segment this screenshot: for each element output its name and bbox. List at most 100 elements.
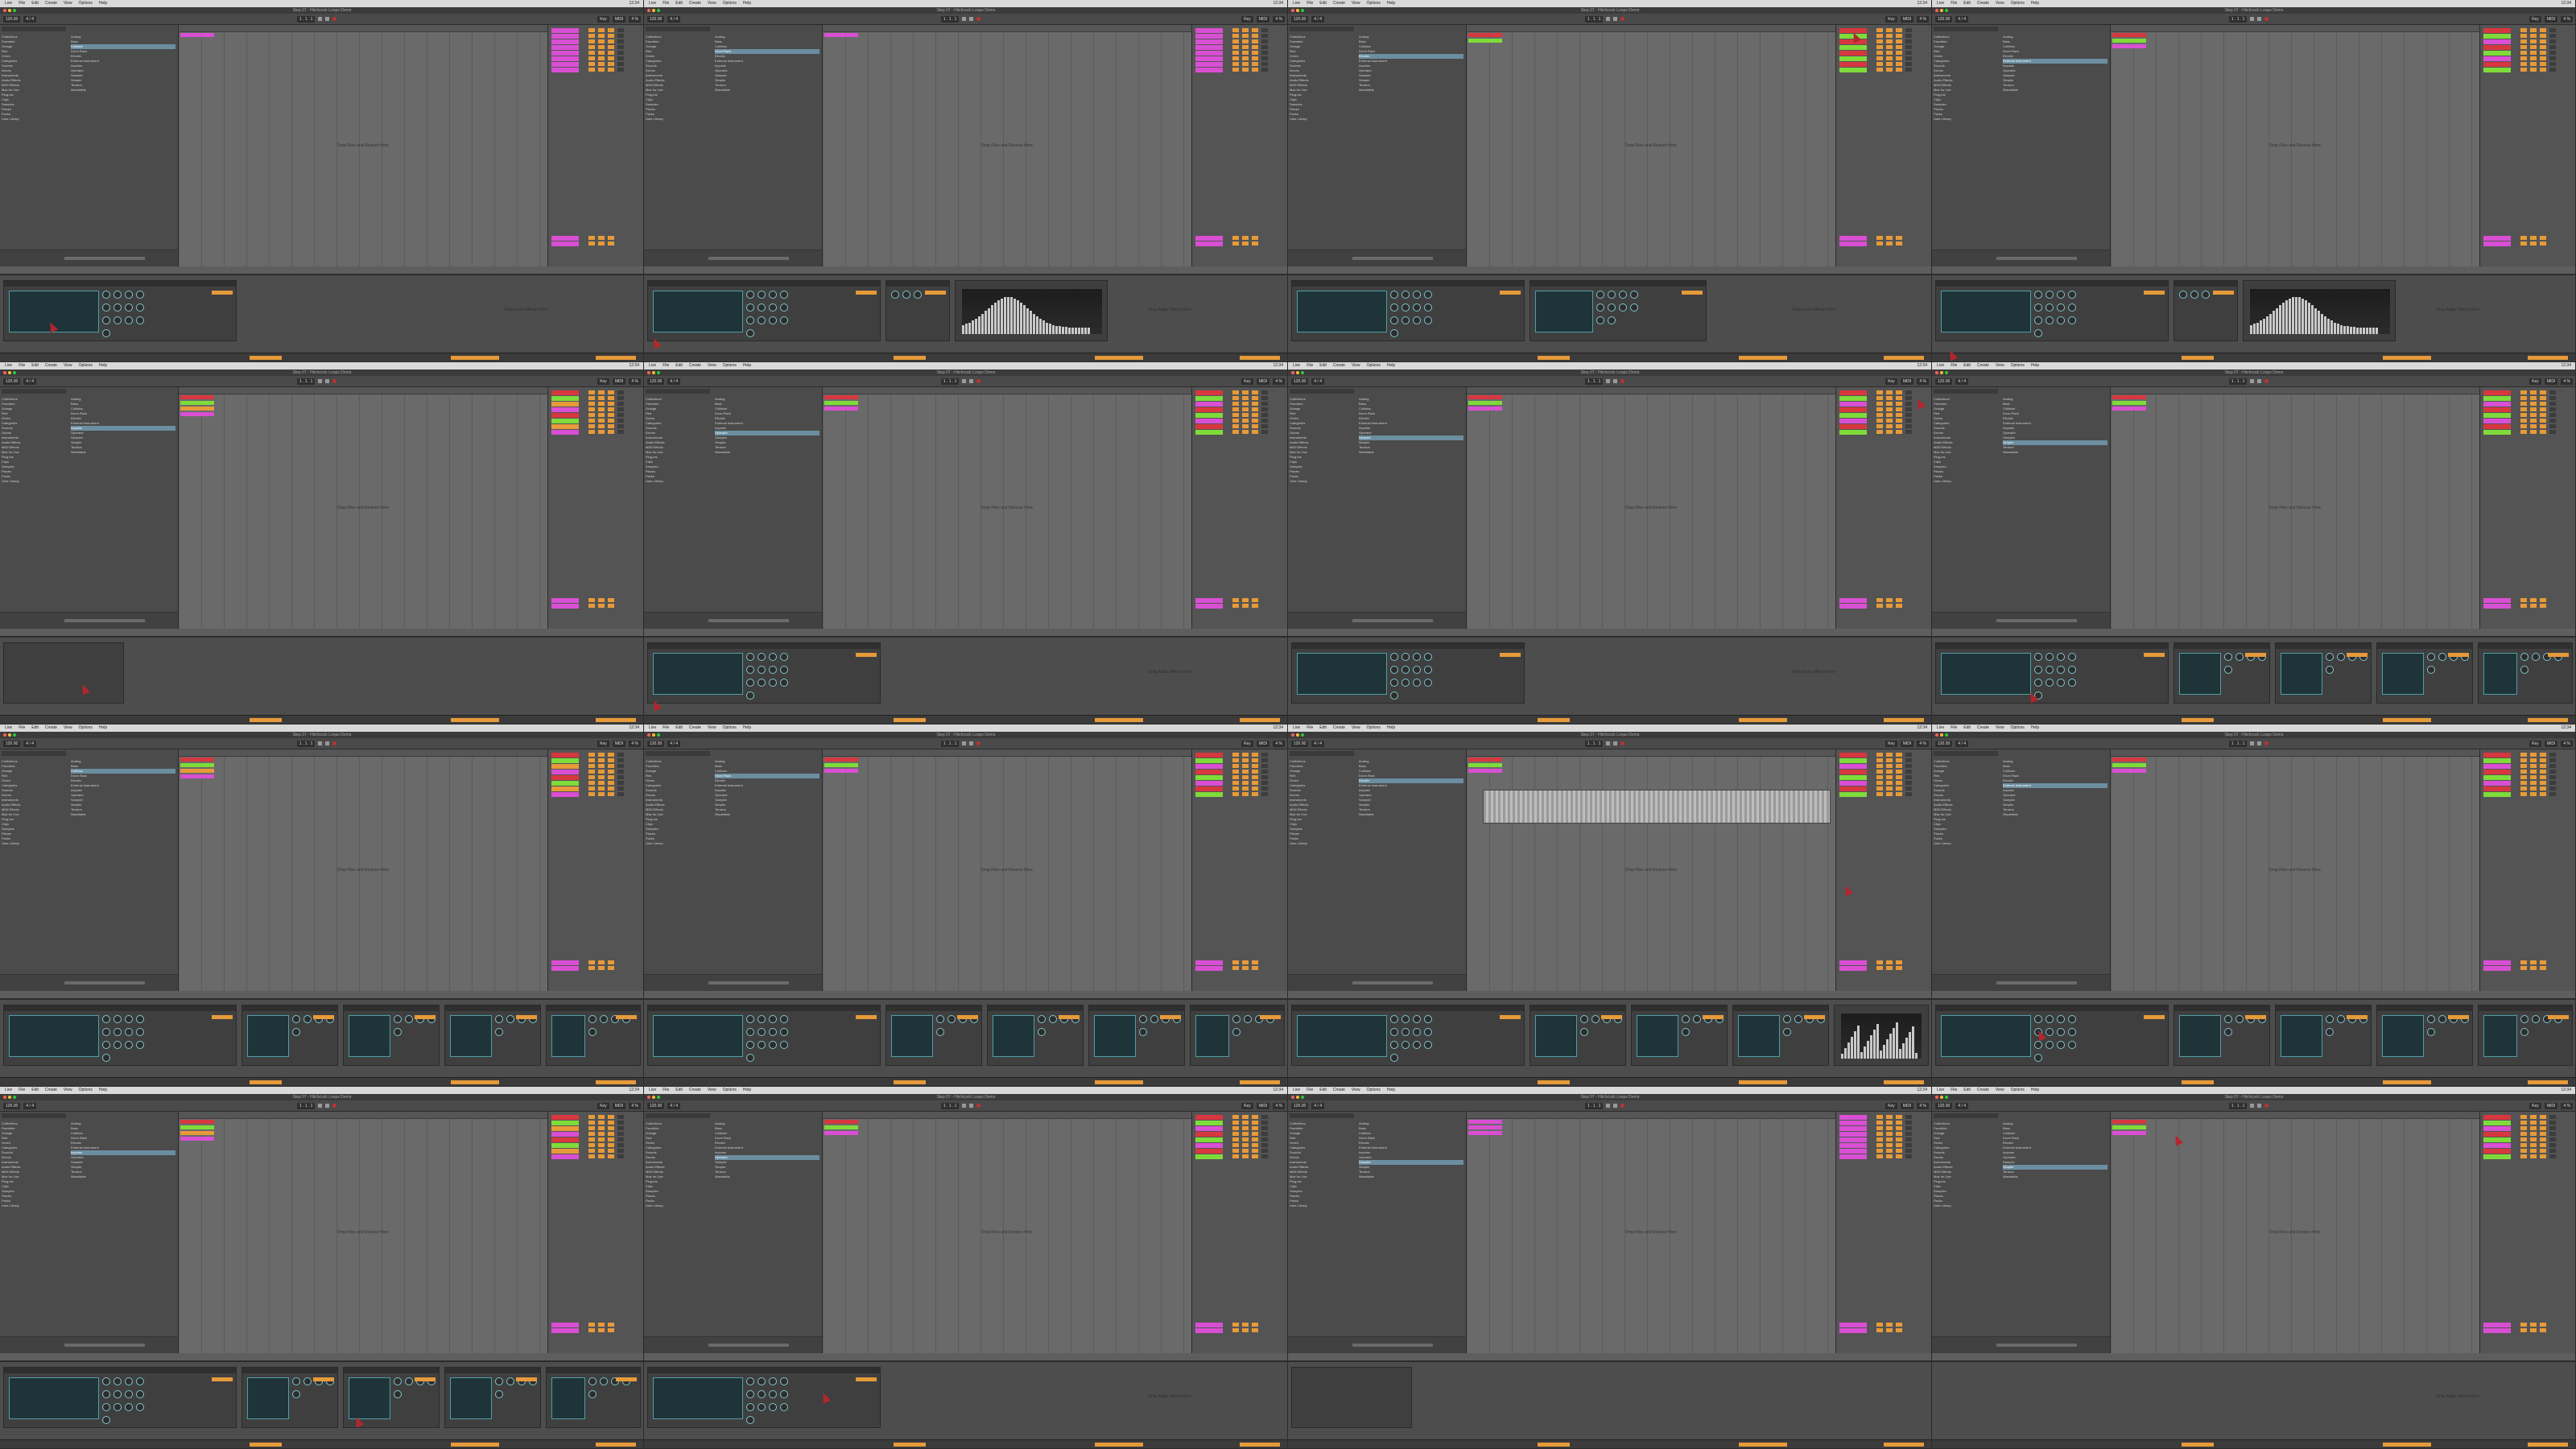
mixer-control[interactable] [598,396,605,400]
mixer-control[interactable] [1905,51,1912,55]
record-icon[interactable] [976,17,981,21]
knob-control[interactable] [758,1403,766,1411]
play-icon[interactable] [2250,379,2255,383]
clip-slot[interactable] [1195,758,1223,763]
clip-slot[interactable] [1195,28,1223,33]
knob-control[interactable] [405,1377,413,1385]
mixer-control[interactable] [2540,764,2546,768]
close-icon[interactable] [1291,733,1294,737]
mixer-control[interactable] [588,1126,595,1130]
device-selector[interactable] [313,1377,334,1381]
clip-slot[interactable] [1839,1137,1867,1142]
knob-control[interactable] [114,1403,122,1411]
mixer-control[interactable] [1905,792,1912,796]
knob-control[interactable] [1402,291,1410,299]
browser-search-input[interactable] [646,751,710,756]
key-map-button[interactable]: Key [1241,740,1253,747]
device-panel[interactable] [2174,280,2238,341]
mixer-control[interactable] [598,34,605,38]
mixer-control[interactable] [2549,792,2556,796]
device-panel[interactable] [2478,642,2573,704]
clip-slot[interactable] [1195,1143,1223,1148]
mixer-control[interactable] [1886,1137,1893,1141]
browser-file[interactable]: Wavetable [71,812,175,817]
knob-control[interactable] [114,1015,122,1023]
clip-slot[interactable] [2483,51,2511,56]
clip-slot[interactable] [2483,1121,2511,1125]
mixer-control[interactable] [1242,1132,1249,1136]
mixer-control[interactable] [617,775,624,779]
knob-control[interactable] [2326,1028,2334,1036]
mixer-control[interactable] [2520,960,2527,964]
mixer-control[interactable] [1252,792,1258,796]
knob-control[interactable] [746,329,754,337]
knob-control[interactable] [1413,1028,1421,1036]
close-icon[interactable] [1935,9,1938,12]
knob-control[interactable] [1693,1015,1701,1023]
mixer-control[interactable] [1876,960,1883,964]
mixer-control[interactable] [1905,39,1912,43]
mixer-control[interactable] [1905,419,1912,423]
mixer-control[interactable] [2540,62,2546,66]
knob-control[interactable] [1424,291,1432,299]
knob-control[interactable] [136,291,144,299]
knob-control[interactable] [2046,316,2054,324]
time-signature[interactable]: 4 / 4 [667,1102,681,1109]
device-header[interactable] [344,1368,439,1373]
mixer-control[interactable] [1232,764,1239,768]
mixer-control[interactable] [2540,1137,2546,1141]
song-position[interactable]: 1 . 1 . 1 [2228,378,2248,385]
clip-slot[interactable] [551,1149,579,1154]
knob-control[interactable] [1390,666,1398,674]
mixer-control[interactable] [2530,786,2537,791]
mixer-control[interactable] [2530,390,2537,394]
mixer-control[interactable] [608,786,614,791]
knob-control[interactable] [506,1015,514,1023]
mixer-control[interactable] [2540,51,2546,55]
menu-item[interactable]: File [663,0,669,7]
menu-item[interactable]: Help [2031,724,2039,732]
midi-map-button[interactable]: MIDI [1900,1102,1914,1109]
menu-item[interactable]: Live [5,0,12,7]
browser-search-input[interactable] [1934,389,1998,394]
mixer-control[interactable] [1905,390,1912,394]
device-header[interactable] [2174,281,2237,287]
mixer-control[interactable] [1252,775,1258,779]
browser-file[interactable]: Wavetable [1359,812,1463,817]
minimize-icon[interactable] [1296,733,1299,737]
time-signature[interactable]: 4 / 4 [1955,378,1969,385]
mixer-control[interactable] [608,1154,614,1158]
knob-control[interactable] [1402,303,1410,312]
mixer-control[interactable] [617,430,624,434]
clip-slot[interactable] [2483,430,2511,435]
device-panel[interactable] [1732,1005,1829,1066]
mixer-control[interactable] [2530,792,2537,796]
browser-file[interactable]: Wavetable [715,450,819,455]
mixer-control[interactable] [617,402,624,406]
device-selector[interactable] [856,1377,877,1381]
mixer-control[interactable] [1876,775,1883,779]
device-header[interactable] [648,1005,880,1011]
clip-slot[interactable] [1839,396,1867,401]
knob-control[interactable] [2202,291,2210,299]
mixer-control[interactable] [2549,396,2556,400]
clip-slot[interactable] [1839,45,1867,50]
clip-slot[interactable] [1839,792,1867,797]
mixer-control[interactable] [2530,413,2537,417]
mixer-control[interactable] [598,242,605,246]
clip-slot[interactable] [551,39,579,44]
device-header[interactable] [2479,1005,2572,1011]
clip-slot[interactable] [2483,390,2511,395]
spectrum-device[interactable] [1834,1005,1929,1066]
device-panel[interactable] [987,1005,1084,1066]
knob-control[interactable] [746,303,754,312]
stop-icon[interactable] [1613,17,1618,21]
mixer-control[interactable] [1896,28,1902,32]
mixer-control[interactable] [1886,960,1893,964]
mixer-control[interactable] [1261,770,1268,774]
mixer-control[interactable] [1232,51,1239,55]
mixer-control[interactable] [1252,407,1258,411]
mixer-control[interactable] [608,62,614,66]
clip-slot[interactable] [1195,45,1223,50]
mixer-control[interactable] [2520,1126,2527,1130]
